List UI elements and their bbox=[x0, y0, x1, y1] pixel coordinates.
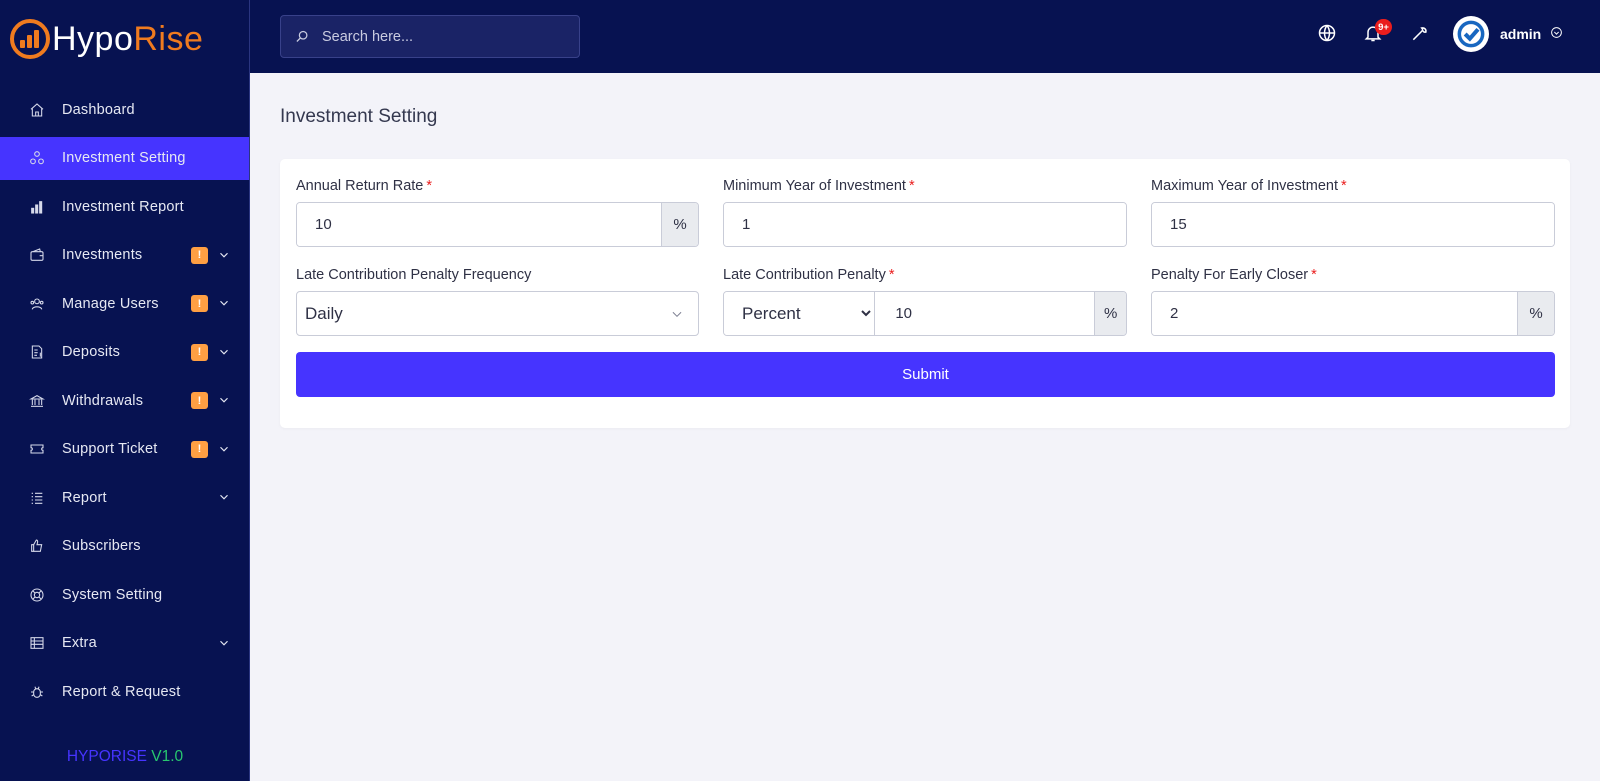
chevron-down-icon[interactable] bbox=[217, 442, 231, 456]
chevron-down-icon[interactable] bbox=[217, 393, 231, 407]
avatar[interactable] bbox=[1453, 16, 1489, 52]
topbar bbox=[250, 0, 1600, 73]
field-label: Penalty For Early Closer * bbox=[1151, 267, 1317, 283]
min-year-field: Minimum Year of Investment * bbox=[723, 178, 1127, 247]
chevron-down-icon[interactable] bbox=[217, 490, 231, 504]
percent-addon: % bbox=[661, 203, 698, 246]
sidebar-item-report-request[interactable]: Report & Request bbox=[0, 670, 249, 713]
sidebar-item-label: System Setting bbox=[62, 586, 163, 603]
sidebar-nav: Dashboard Investment Setting Investment … bbox=[0, 88, 249, 713]
receipt-icon bbox=[28, 343, 46, 361]
wrench-icon[interactable] bbox=[1409, 22, 1431, 44]
sidebar-item-withdrawals[interactable]: Withdrawals ! bbox=[0, 379, 249, 422]
warning-badge: ! bbox=[191, 392, 208, 409]
sidebar-item-investment-setting[interactable]: Investment Setting bbox=[0, 136, 249, 180]
field-label: Annual Return Rate * bbox=[296, 178, 433, 194]
list-icon bbox=[28, 489, 46, 507]
user-name[interactable]: admin bbox=[1500, 26, 1541, 42]
field-label: Minimum Year of Investment * bbox=[723, 178, 915, 194]
selected-value: Daily bbox=[305, 303, 343, 323]
warning-badge: ! bbox=[191, 343, 208, 361]
submit-button[interactable]: Submit bbox=[296, 352, 1555, 397]
chevron-down-icon[interactable] bbox=[217, 296, 231, 310]
late-penalty-field: Late Contribution Penalty* Percent % bbox=[723, 267, 1127, 336]
field-label: Maximum Year of Investment * bbox=[1151, 178, 1347, 194]
version-name: HYPORISE bbox=[66, 748, 147, 765]
search-icon bbox=[296, 30, 308, 42]
late-penalty-type-select[interactable]: Percent bbox=[724, 292, 876, 335]
sidebar-item-system-setting[interactable]: System Setting bbox=[0, 573, 249, 616]
late-penalty-input[interactable] bbox=[875, 292, 1095, 335]
search-input[interactable] bbox=[322, 28, 562, 45]
page-title: Investment Setting bbox=[280, 106, 438, 127]
server-icon bbox=[28, 634, 46, 652]
sidebar-item-label: Support Ticket bbox=[62, 441, 158, 457]
wallet-icon bbox=[28, 246, 46, 264]
percent-addon: % bbox=[1094, 292, 1126, 335]
logo-icon bbox=[10, 19, 50, 59]
sidebar-item-label: Dashboard bbox=[62, 101, 135, 118]
warning-badge: ! bbox=[191, 295, 208, 312]
min-year-input[interactable] bbox=[724, 203, 1126, 246]
annual-return-rate-input[interactable] bbox=[297, 203, 661, 246]
users-icon bbox=[28, 295, 46, 313]
bank-icon bbox=[28, 392, 46, 410]
investment-setting-form: Annual Return Rate* % Minimum Year of In… bbox=[280, 159, 1570, 428]
sidebar-item-label: Investments bbox=[62, 247, 143, 263]
sidebar-item-manage-users[interactable]: Manage Users ! bbox=[0, 282, 249, 325]
notification-count-badge: 9+ bbox=[1375, 19, 1392, 35]
max-year-input[interactable] bbox=[1152, 203, 1554, 246]
lifebuoy-icon bbox=[28, 586, 46, 604]
sidebar-item-label: Investment Report bbox=[62, 198, 184, 215]
penalty-frequency-select[interactable]: Daily bbox=[297, 292, 698, 335]
bar-chart-icon bbox=[28, 198, 46, 216]
early-closer-field: Penalty For Early Closer* % bbox=[1151, 267, 1555, 336]
sidebar-item-label: Manage Users bbox=[62, 295, 159, 312]
sidebar-item-investments[interactable]: Investments ! bbox=[0, 234, 249, 277]
sidebar-item-extra[interactable]: Extra bbox=[0, 622, 249, 665]
chevron-down-icon[interactable] bbox=[217, 248, 231, 262]
sidebar-item-label: Withdrawals bbox=[62, 392, 144, 409]
field-label: Late Contribution Penalty Frequency bbox=[296, 267, 532, 283]
max-year-field: Maximum Year of Investment * bbox=[1151, 178, 1555, 247]
percent-addon: % bbox=[1517, 292, 1554, 335]
bug-icon bbox=[28, 683, 46, 701]
sidebar-item-investment-report[interactable]: Investment Report bbox=[0, 185, 249, 228]
sidebar-item-label: Report bbox=[62, 489, 107, 506]
chevron-down-icon[interactable] bbox=[1550, 26, 1564, 40]
nodes-icon bbox=[28, 149, 46, 167]
field-label: Late Contribution Penalty * bbox=[723, 267, 895, 283]
chevron-down-icon[interactable] bbox=[217, 636, 231, 650]
sidebar-item-dashboard[interactable]: Dashboard bbox=[0, 88, 249, 131]
brand-logo[interactable]: HypoRise bbox=[0, 0, 249, 78]
annual-return-rate-field: Annual Return Rate* % bbox=[296, 178, 699, 247]
sidebar-item-label: Investment Setting bbox=[62, 150, 186, 166]
sidebar-item-subscribers[interactable]: Subscribers bbox=[0, 525, 249, 568]
sidebar-item-label: Report & Request bbox=[62, 683, 181, 700]
ticket-icon bbox=[28, 440, 46, 458]
chevron-down-icon[interactable] bbox=[217, 345, 231, 359]
brand-name: HypoRise bbox=[52, 19, 204, 58]
penalty-frequency-field: Late Contribution Penalty Frequency Dail… bbox=[296, 267, 699, 336]
warning-badge: ! bbox=[191, 246, 208, 264]
sidebar-item-label: Subscribers bbox=[62, 538, 141, 554]
app-version: HYPORISE V1.0 bbox=[0, 748, 250, 766]
search-box[interactable] bbox=[280, 15, 580, 58]
chevron-down-icon bbox=[672, 311, 682, 317]
globe-icon[interactable] bbox=[1316, 22, 1338, 44]
sidebar-item-deposits[interactable]: Deposits ! bbox=[0, 331, 249, 374]
thumbs-up-icon bbox=[28, 537, 46, 555]
warning-badge: ! bbox=[191, 440, 208, 458]
sidebar-item-label: Extra bbox=[62, 635, 97, 651]
sidebar-item-report[interactable]: Report bbox=[0, 476, 249, 519]
version-number: V1.0 bbox=[151, 748, 184, 765]
home-icon bbox=[28, 101, 46, 119]
early-closer-input[interactable] bbox=[1152, 292, 1517, 335]
sidebar: HypoRise Dashboard Investment Setting In… bbox=[0, 0, 250, 781]
sidebar-item-support-ticket[interactable]: Support Ticket ! bbox=[0, 428, 249, 471]
sidebar-item-label: Deposits bbox=[62, 344, 121, 360]
